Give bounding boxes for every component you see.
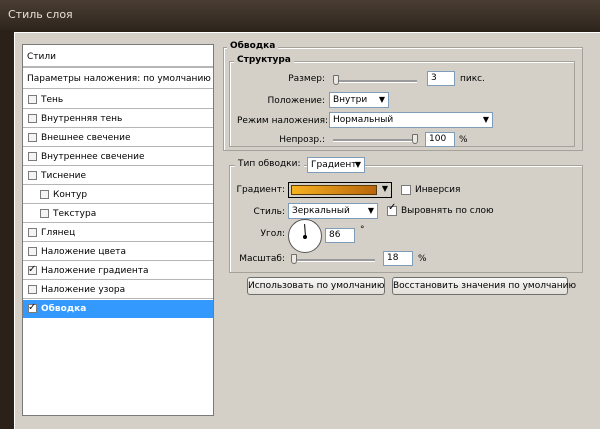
style-item-contour[interactable]: Контур xyxy=(23,186,213,204)
scale-label: Масштаб: xyxy=(239,254,285,264)
satin-checkbox[interactable] xyxy=(28,228,37,237)
chevron-down-icon: ▼ xyxy=(482,115,489,124)
align-with-layer-label: Выровнять по слою xyxy=(401,206,494,216)
reset-to-default-button[interactable]: Восстановить значения по умолчанию xyxy=(392,277,576,295)
outer-glow-checkbox[interactable] xyxy=(28,133,37,142)
chevron-down-icon: ▼ xyxy=(367,206,374,215)
style-item-inner-shadow[interactable]: Внутренняя тень xyxy=(23,110,213,128)
size-unit: пикс. xyxy=(460,74,485,84)
gradient-label: Градиент: xyxy=(236,185,286,195)
style-label: Стиль: xyxy=(253,207,285,217)
styles-header[interactable]: Стили xyxy=(23,47,213,67)
opacity-input[interactable]: 100 xyxy=(425,132,455,147)
blend-mode-label: Режим наложения: xyxy=(237,116,329,126)
layer-style-dialog: Стили Параметры наложения: по умолчанию … xyxy=(14,32,600,429)
size-slider-thumb[interactable] xyxy=(333,75,339,85)
style-item-texture[interactable]: Текстура xyxy=(23,205,213,223)
size-slider[interactable] xyxy=(333,80,417,83)
window-title: Стиль слоя xyxy=(8,8,73,21)
blending-options-item[interactable]: Параметры наложения: по умолчанию xyxy=(23,67,213,89)
style-item-label: Внутреннее свечение xyxy=(41,152,145,162)
gradient-picker[interactable]: ▼ xyxy=(288,182,392,198)
position-select[interactable]: Внутри ▼ xyxy=(329,92,389,108)
styles-header-label: Стили xyxy=(27,52,56,62)
angle-label: Угол: xyxy=(260,229,285,239)
opacity-unit: % xyxy=(459,135,468,145)
blend-mode-value: Нормальный xyxy=(333,115,394,125)
size-input[interactable]: 3 xyxy=(427,71,455,86)
bevel-emboss-checkbox[interactable] xyxy=(28,171,37,180)
make-default-button[interactable]: Использовать по умолчанию xyxy=(247,277,385,295)
color-overlay-checkbox[interactable] xyxy=(28,247,37,256)
style-item-label: Тиснение xyxy=(41,171,86,181)
style-item-drop-shadow[interactable]: Тень xyxy=(23,91,213,109)
align-with-layer-checkbox[interactable] xyxy=(387,202,397,216)
style-item-label: Обводка xyxy=(41,304,87,314)
style-item-label: Внутренняя тень xyxy=(41,114,123,124)
drop-shadow-checkbox[interactable] xyxy=(28,95,37,104)
scale-slider[interactable] xyxy=(291,259,375,262)
size-label: Размер: xyxy=(288,74,325,84)
gradient-style-select[interactable]: Зеркальный ▼ xyxy=(288,203,378,219)
stroke-title: Обводка xyxy=(227,41,279,51)
texture-checkbox[interactable] xyxy=(40,209,49,218)
reverse-label: Инверсия xyxy=(415,185,461,195)
angle-dial[interactable] xyxy=(288,219,322,253)
style-item-label: Контур xyxy=(53,190,88,200)
inner-glow-checkbox[interactable] xyxy=(28,152,37,161)
style-item-label: Наложение узора xyxy=(41,285,126,295)
styles-list: Стили Параметры наложения: по умолчанию … xyxy=(22,44,214,416)
gradient-style-value: Зеркальный xyxy=(292,206,350,216)
contour-checkbox[interactable] xyxy=(40,190,49,199)
stroke-checkbox[interactable] xyxy=(28,299,37,317)
style-item-pattern-overlay[interactable]: Наложение узора xyxy=(23,281,213,299)
blend-mode-select[interactable]: Нормальный ▼ xyxy=(329,112,493,128)
opacity-slider[interactable] xyxy=(333,139,417,142)
style-item-bevel-emboss[interactable]: Тиснение xyxy=(23,167,213,185)
style-item-label: Текстура xyxy=(53,209,97,219)
position-value: Внутри xyxy=(333,95,368,105)
angle-unit: ° xyxy=(360,225,365,235)
opacity-slider-thumb[interactable] xyxy=(412,134,418,144)
style-item-label: Наложение градиента xyxy=(41,266,149,276)
opacity-label: Непрозр.: xyxy=(279,135,325,145)
style-item-satin[interactable]: Глянец xyxy=(23,224,213,242)
style-item-inner-glow[interactable]: Внутреннее свечение xyxy=(23,148,213,166)
style-item-label: Наложение цвета xyxy=(41,247,127,257)
style-item-color-overlay[interactable]: Наложение цвета xyxy=(23,243,213,261)
inner-shadow-checkbox[interactable] xyxy=(28,114,37,123)
fill-type-select[interactable]: Градиент ▼ xyxy=(307,157,365,173)
style-item-label: Внешнее свечение xyxy=(41,133,131,143)
angle-dial-center xyxy=(303,235,307,239)
pattern-overlay-checkbox[interactable] xyxy=(28,285,37,294)
gradient-overlay-checkbox[interactable] xyxy=(28,261,37,279)
style-item-gradient-overlay[interactable]: Наложение градиента xyxy=(23,261,213,280)
chevron-down-icon: ▼ xyxy=(378,95,385,104)
fill-type-value: Градиент xyxy=(311,160,357,170)
style-item-label: Тень xyxy=(41,95,64,105)
scale-input[interactable]: 18 xyxy=(383,251,413,266)
title-bar: Стиль слоя xyxy=(0,0,600,30)
angle-input[interactable]: 86 xyxy=(325,228,355,243)
fill-type-label: Тип обводки: xyxy=(235,159,304,169)
chevron-down-icon: ▼ xyxy=(354,160,361,169)
style-item-label: Глянец xyxy=(41,228,76,238)
structure-title: Структура xyxy=(234,55,294,65)
scale-slider-thumb[interactable] xyxy=(291,254,297,264)
style-item-outer-glow[interactable]: Внешнее свечение xyxy=(23,129,213,147)
gradient-preview[interactable] xyxy=(291,185,377,195)
chevron-down-icon: ▼ xyxy=(381,184,388,193)
scale-unit: % xyxy=(418,254,427,264)
style-item-stroke[interactable]: Обводка xyxy=(23,299,213,318)
reverse-checkbox[interactable] xyxy=(401,185,411,195)
position-label: Положение: xyxy=(267,96,325,106)
blending-options-label: Параметры наложения: по умолчанию xyxy=(27,74,211,84)
